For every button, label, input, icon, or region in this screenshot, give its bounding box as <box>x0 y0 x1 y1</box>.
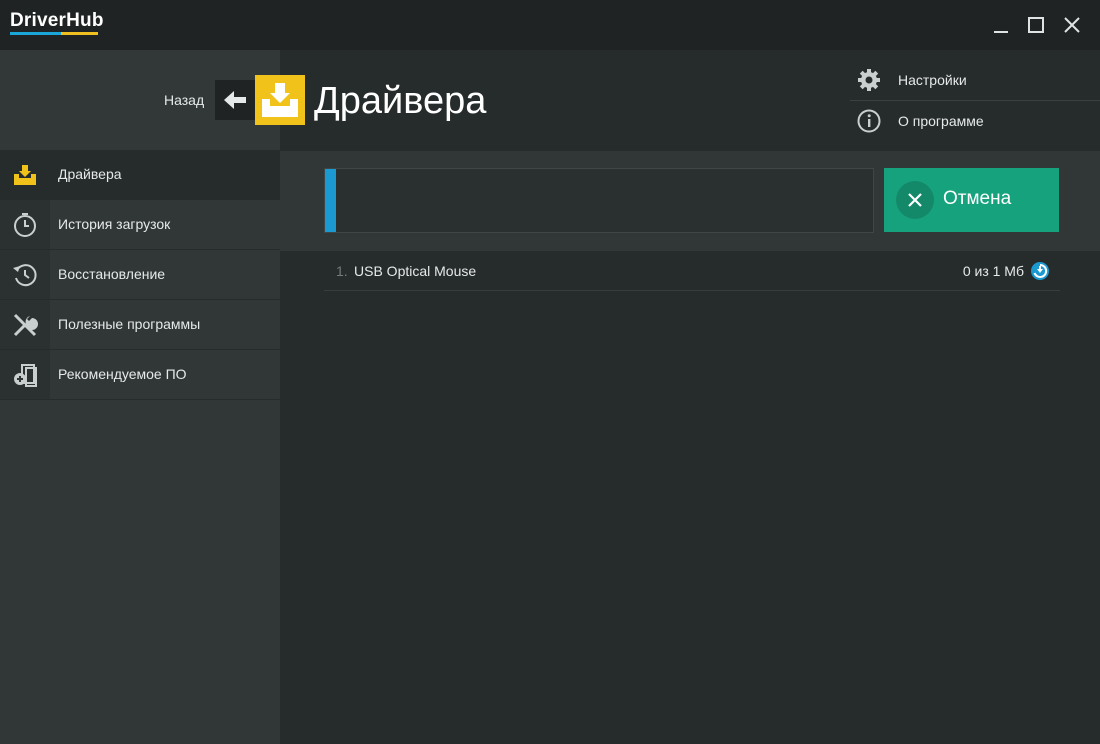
sidebar-item-label: Восстановление <box>58 266 166 282</box>
nav-icon-box <box>0 200 50 249</box>
download-status-icon <box>1031 262 1049 280</box>
about-label: О программе <box>898 113 984 129</box>
driver-name: USB Optical Mouse <box>354 263 477 279</box>
settings-label: Настройки <box>898 72 967 88</box>
sidebar-item-restore[interactable]: Восстановление <box>0 250 280 300</box>
sidebar-item-recommended-software[interactable]: Рекомендуемое ПО <box>0 350 280 400</box>
sidebar-item-label: Полезные программы <box>58 316 201 332</box>
nav-icon-box <box>0 300 50 349</box>
sidebar-item-download-history[interactable]: История загрузок <box>0 200 280 250</box>
sidebar-nav: Драйвера История загрузок Восстановление… <box>0 150 280 400</box>
download-size: 0 из 1 Мб <box>962 263 1024 279</box>
history-restore-icon <box>13 264 37 287</box>
info-icon <box>857 109 881 133</box>
sidebar-item-label: История загрузок <box>58 216 171 232</box>
close-icon <box>1064 17 1080 33</box>
back-label[interactable]: Назад <box>164 92 204 108</box>
list-item[interactable]: 1. USB Optical Mouse 0 из 1 Мб <box>324 252 1060 291</box>
sidebar-header: Назад <box>0 50 280 150</box>
minimize-button[interactable] <box>988 12 1014 38</box>
cancel-icon-circle <box>896 181 934 219</box>
arrow-left-icon <box>224 91 246 109</box>
cancel-button[interactable]: Отмена <box>884 168 1059 232</box>
nav-icon-box <box>0 150 50 199</box>
back-button[interactable] <box>215 80 255 120</box>
sidebar-item-label: Драйвера <box>58 166 122 182</box>
sidebar-item-label: Рекомендуемое ПО <box>58 366 187 382</box>
maximize-icon <box>1028 17 1044 33</box>
title-bar: DriverHub <box>0 0 1100 50</box>
about-menu-item[interactable]: О программе <box>850 101 1100 141</box>
sidebar-item-useful-programs[interactable]: Полезные программы <box>0 300 280 350</box>
nav-icon-box <box>0 250 50 299</box>
top-menu: Настройки О программе <box>850 60 1100 141</box>
tools-icon <box>13 313 38 337</box>
app-logo: DriverHub <box>10 10 104 31</box>
row-index: 1. <box>336 263 348 279</box>
settings-menu-item[interactable]: Настройки <box>850 60 1100 101</box>
sidebar: Назад Драйвера История загрузок Восстано… <box>0 50 280 744</box>
cancel-label: Отмена <box>943 188 1012 209</box>
logo-underline <box>10 32 98 35</box>
progress-fill <box>325 169 336 232</box>
page-title: Драйвера <box>314 80 487 122</box>
download-progress-bar <box>324 168 874 233</box>
minimize-icon <box>994 31 1008 33</box>
timer-icon <box>14 213 36 237</box>
page-icon-box <box>255 75 305 125</box>
recommended-software-icon <box>14 364 37 387</box>
driver-download-icon <box>262 83 298 117</box>
sidebar-item-drivers[interactable]: Драйвера <box>0 150 280 200</box>
driver-download-icon <box>14 165 36 185</box>
gear-icon <box>858 69 880 91</box>
maximize-button[interactable] <box>1023 12 1049 38</box>
close-window-button[interactable] <box>1059 12 1085 38</box>
nav-icon-box <box>0 350 50 399</box>
close-icon <box>908 193 922 207</box>
download-list: 1. USB Optical Mouse 0 из 1 Мб <box>324 252 1060 291</box>
